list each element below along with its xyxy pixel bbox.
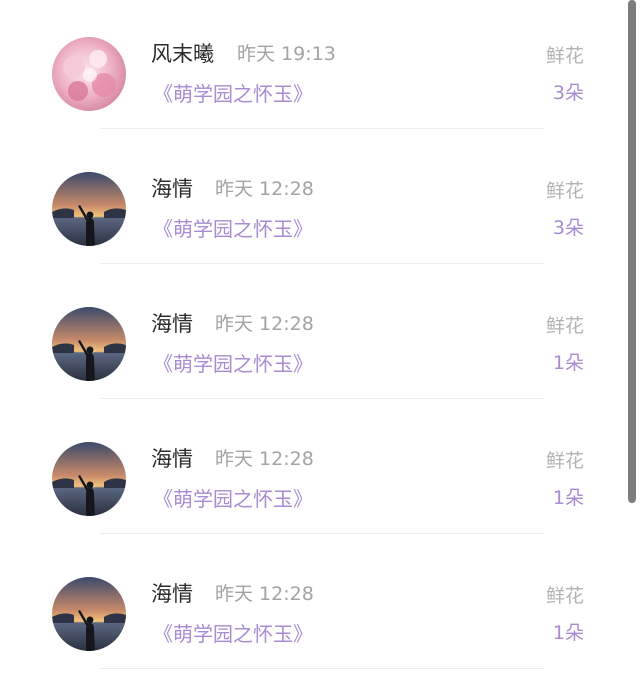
pink-floral-avatar-icon — [52, 37, 126, 111]
gift-count: 1朵 — [552, 622, 584, 644]
gift-type: 鲜花 — [545, 450, 584, 472]
divider — [100, 533, 544, 534]
gift-type: 鲜花 — [545, 315, 584, 337]
scrollbar[interactable] — [628, 0, 636, 503]
gift-count: 1朵 — [552, 352, 584, 374]
divider — [100, 668, 544, 669]
sunset-sea-avatar-icon — [52, 172, 126, 246]
user-name[interactable]: 海情 — [151, 580, 193, 608]
user-name[interactable]: 海情 — [151, 175, 193, 203]
sunset-sea-avatar-icon — [52, 442, 126, 516]
gift-count: 3朵 — [552, 217, 584, 239]
avatar[interactable] — [52, 172, 126, 246]
gift-type: 鲜花 — [545, 585, 584, 607]
book-title-link[interactable]: 《萌学园之怀玉》 — [153, 350, 313, 378]
user-name[interactable]: 海情 — [151, 445, 193, 473]
list-item[interactable]: 海情 昨天 12:28 《萌学园之怀玉》 鲜花 1朵 — [0, 405, 628, 540]
sunset-sea-avatar-icon — [52, 577, 126, 651]
gift-type: 鲜花 — [545, 45, 584, 67]
avatar[interactable] — [52, 307, 126, 381]
timestamp: 昨天 12:28 — [215, 313, 314, 335]
gift-count: 1朵 — [552, 487, 584, 509]
book-title-link[interactable]: 《萌学园之怀玉》 — [153, 485, 313, 513]
list-item[interactable]: 海情 昨天 12:28 《萌学园之怀玉》 鲜花 3朵 — [0, 135, 628, 270]
timestamp: 昨天 12:28 — [215, 178, 314, 200]
gift-count: 3朵 — [552, 82, 584, 104]
user-name[interactable]: 海情 — [151, 310, 193, 338]
list-item[interactable]: 海情 昨天 12:28 《萌学园之怀玉》 鲜花 1朵 — [0, 270, 628, 405]
divider — [100, 263, 544, 264]
timestamp: 昨天 12:28 — [215, 583, 314, 605]
gift-type: 鲜花 — [545, 180, 584, 202]
gift-record-list: 风末曦 昨天 19:13 《萌学园之怀玉》 鲜花 3朵 海情 昨天 12:28 … — [0, 0, 640, 682]
avatar[interactable] — [52, 37, 126, 111]
avatar[interactable] — [52, 577, 126, 651]
avatar[interactable] — [52, 442, 126, 516]
book-title-link[interactable]: 《萌学园之怀玉》 — [153, 80, 313, 108]
sunset-sea-avatar-icon — [52, 307, 126, 381]
timestamp: 昨天 12:28 — [215, 448, 314, 470]
user-name[interactable]: 风末曦 — [151, 40, 214, 68]
list-item[interactable]: 风末曦 昨天 19:13 《萌学园之怀玉》 鲜花 3朵 — [0, 0, 628, 135]
list-item[interactable]: 海情 昨天 12:28 《萌学园之怀玉》 鲜花 1朵 — [0, 540, 628, 675]
divider — [100, 398, 544, 399]
book-title-link[interactable]: 《萌学园之怀玉》 — [153, 620, 313, 648]
timestamp: 昨天 19:13 — [237, 43, 336, 65]
divider — [100, 128, 544, 129]
book-title-link[interactable]: 《萌学园之怀玉》 — [153, 215, 313, 243]
